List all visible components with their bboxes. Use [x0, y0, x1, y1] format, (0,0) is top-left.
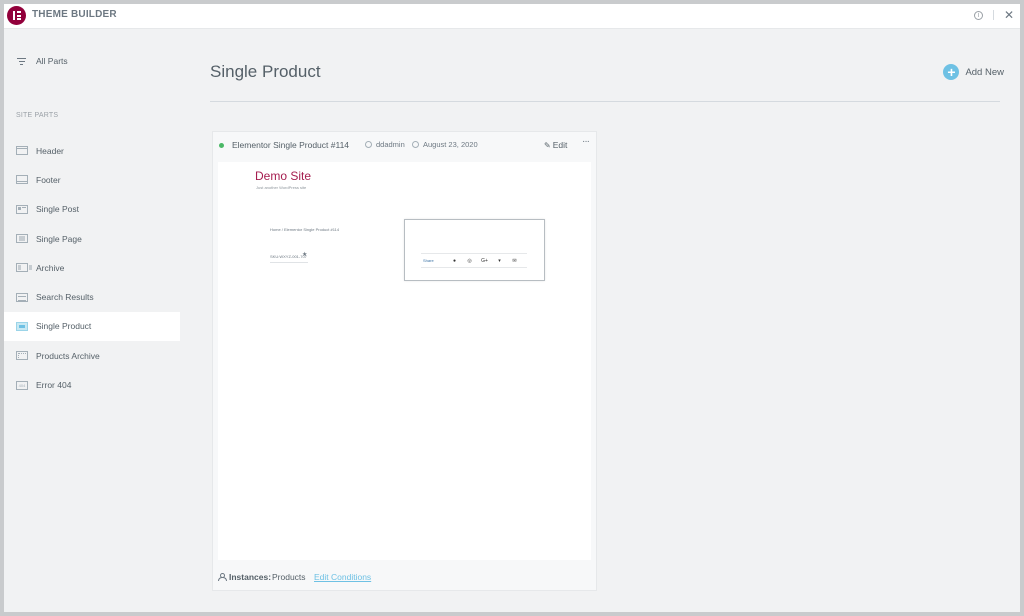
- pencil-icon: ✎: [544, 141, 551, 150]
- pinterest-icon: ◎: [467, 257, 472, 264]
- clock-icon: [412, 141, 419, 148]
- elementor-logo-icon: [7, 6, 26, 25]
- sidebar-item-search-results[interactable]: Search Results: [4, 282, 180, 311]
- preview-site-name: Demo Site: [255, 169, 312, 183]
- archive-icon: [16, 263, 32, 273]
- single-page-icon: [16, 234, 28, 244]
- template-preview[interactable]: Demo Site Just another WordPress site Ho…: [218, 162, 591, 560]
- author: ddadmin: [365, 140, 405, 149]
- page-title: Single Product: [210, 62, 321, 81]
- divider: [270, 262, 308, 263]
- header-icon: [16, 146, 28, 156]
- preview-breadcrumb: Home / Elementor Single Product #114: [270, 227, 340, 232]
- sidebar-item-error-404[interactable]: 404 Error 404: [4, 370, 180, 399]
- sidebar-item-archive[interactable]: Archive: [4, 253, 180, 282]
- star-icon: ★: [302, 252, 308, 258]
- sidebar-item-label: Footer: [36, 174, 61, 185]
- edit-button[interactable]: ✎ Edit: [544, 140, 567, 150]
- instances-label: Instances:: [229, 572, 272, 582]
- twitter-icon: ▾: [498, 257, 501, 264]
- sidebar-item-products-archive[interactable]: Products Archive: [4, 341, 180, 370]
- card-title: Elementor Single Product #114: [232, 140, 350, 150]
- top-bar: THEME BUILDER i ✕: [4, 4, 1020, 29]
- more-options-icon[interactable]: ···: [582, 136, 590, 147]
- email-icon: ✉: [512, 257, 517, 264]
- plus-icon: +: [943, 64, 960, 80]
- sidebar-item-label: Archive: [36, 262, 65, 273]
- sidebar-item-label: Header: [36, 145, 64, 156]
- template-card: Elementor Single Product #114 ddadmin Au…: [212, 131, 597, 591]
- google-plus-icon: G+: [481, 257, 488, 264]
- app-title: THEME BUILDER: [32, 9, 117, 20]
- sidebar-item-label: Single Page: [36, 233, 82, 244]
- filter-icon: [17, 58, 26, 65]
- products-archive-icon: [16, 351, 28, 361]
- top-bar-actions: i ✕: [973, 8, 1014, 22]
- main-content: Single Product + Add New Elementor Singl…: [180, 30, 1020, 612]
- sidebar-item-label: Error 404: [36, 380, 72, 391]
- site-parts-heading: SITE PARTS: [16, 112, 59, 119]
- sidebar: All Parts SITE PARTS Header Footer Singl…: [4, 30, 180, 612]
- search-results-icon: [16, 292, 28, 302]
- facebook-icon: ●: [452, 257, 457, 264]
- sidebar-item-header[interactable]: Header: [4, 136, 180, 165]
- author-name: ddadmin: [376, 140, 405, 149]
- divider: [992, 10, 994, 20]
- users-icon: [218, 573, 227, 581]
- edit-conditions-link[interactable]: Edit Conditions: [314, 572, 371, 582]
- single-post-icon: [16, 204, 28, 214]
- close-icon[interactable]: ✕: [1004, 8, 1014, 22]
- instances-value: Products: [272, 572, 306, 582]
- all-parts-link[interactable]: All Parts: [4, 50, 180, 72]
- status-dot-icon: [219, 143, 224, 148]
- info-icon[interactable]: i: [973, 10, 983, 20]
- add-new-button[interactable]: + Add New: [943, 64, 1004, 80]
- add-new-label: Add New: [965, 66, 1004, 78]
- date: August 23, 2020: [412, 140, 478, 149]
- share-buttons: Share ● ◎ G+ ▾ ✉: [421, 253, 527, 268]
- share-label: Share: [423, 258, 434, 263]
- card-footer: Instances: Products Edit Conditions: [213, 563, 596, 590]
- sidebar-item-single-post[interactable]: Single Post: [4, 195, 180, 224]
- error-404-icon: 404: [16, 380, 28, 390]
- single-product-icon: [16, 321, 28, 331]
- divider: [210, 101, 1000, 102]
- sidebar-item-label: Single Product: [36, 321, 92, 332]
- sidebar-item-label: Products Archive: [36, 350, 100, 361]
- all-parts-label: All Parts: [36, 56, 68, 66]
- theme-builder-window: THEME BUILDER i ✕ All Parts SITE PARTS H…: [4, 4, 1020, 612]
- preview-share-box: Share ● ◎ G+ ▾ ✉: [404, 219, 545, 281]
- footer-icon: [16, 175, 28, 185]
- sidebar-item-label: Single Post: [36, 204, 79, 215]
- sidebar-item-single-page[interactable]: Single Page: [4, 224, 180, 253]
- edit-label: Edit: [552, 140, 568, 150]
- sidebar-item-single-product[interactable]: Single Product: [4, 311, 180, 342]
- sidebar-item-footer[interactable]: Footer: [4, 165, 180, 194]
- user-icon: [365, 141, 372, 148]
- date-text: August 23, 2020: [423, 140, 478, 149]
- preview-tagline: Just another WordPress site: [256, 185, 307, 190]
- site-parts-nav: Header Footer Single Post Single Page Ar…: [4, 136, 180, 400]
- card-header: Elementor Single Product #114 ddadmin Au…: [213, 132, 596, 158]
- sidebar-item-label: Search Results: [36, 292, 94, 303]
